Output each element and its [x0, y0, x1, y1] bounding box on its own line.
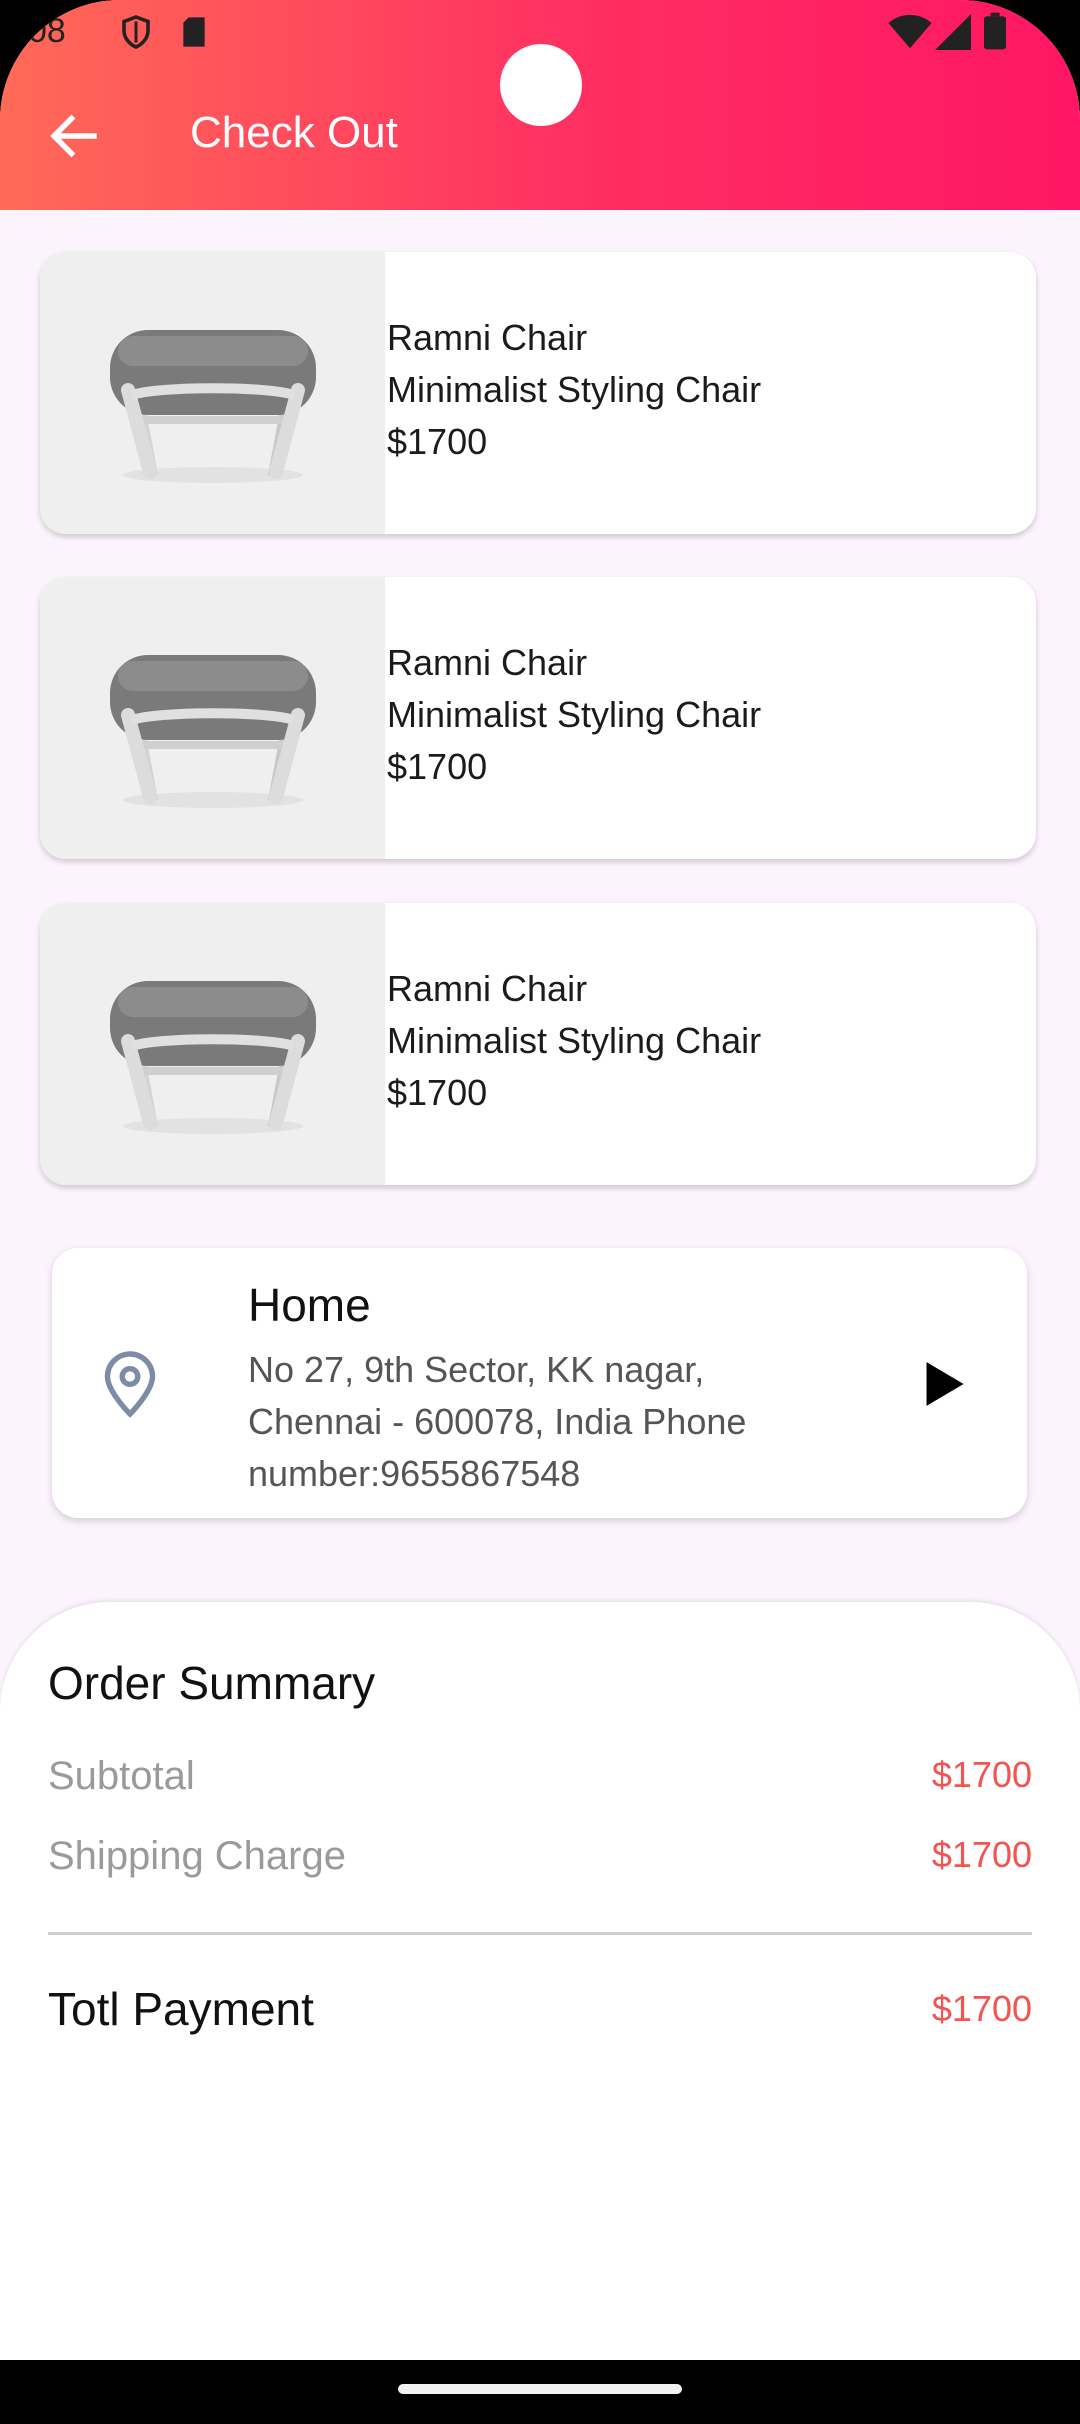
sd-card-icon [183, 17, 205, 47]
product-image [40, 903, 385, 1185]
product-name: Ramni Chair [387, 642, 588, 683]
product-card[interactable]: Ramni Chair Minimalist Styling Chair $17… [40, 252, 1036, 534]
home-gesture-handle[interactable] [398, 2384, 682, 2394]
product-image [40, 252, 385, 534]
signal-icon [935, 14, 971, 50]
camera-cutout [500, 44, 582, 126]
order-summary-panel: Order Summary Subtotal $1700 Shipping Ch… [0, 1602, 1080, 2424]
chair-image [110, 981, 316, 1134]
order-summary-title: Order Summary [48, 1657, 376, 1709]
shipping-address-card[interactable]: Home No 27, 9th Sector, KK nagar, Chenna… [52, 1248, 1027, 1518]
battery-icon [984, 12, 1006, 50]
product-name: Ramni Chair [387, 968, 588, 1009]
play-arrow-icon[interactable] [922, 1360, 966, 1408]
arrow-left-icon[interactable] [44, 106, 104, 166]
product-name: Ramni Chair [387, 317, 588, 358]
subtotal-value: $1700 [931, 1754, 1032, 1795]
total-payment-label: Totl Payment [48, 1983, 314, 2035]
total-payment-value: $1700 [931, 1988, 1032, 2029]
chair-image [110, 655, 316, 808]
product-description: Minimalist Styling Chair [387, 1020, 762, 1061]
product-info: Ramni Chair Minimalist Styling Chair $17… [387, 963, 761, 1119]
page-title: Check Out [190, 108, 398, 157]
location-pin-icon [104, 1351, 156, 1418]
subtotal-label: Subtotal [48, 1754, 195, 1798]
product-price: $1700 [387, 421, 488, 462]
product-card[interactable]: Ramni Chair Minimalist Styling Chair $17… [40, 577, 1036, 859]
divider [48, 1932, 1032, 1935]
product-price: $1700 [387, 1072, 488, 1113]
address-title: Home [248, 1279, 371, 1331]
screen: 08 Check Out Ramni Chair Minimalist Styl… [0, 0, 1080, 2424]
shipping-value: $1700 [931, 1834, 1032, 1875]
product-info: Ramni Chair Minimalist Styling Chair $17… [387, 312, 761, 468]
product-price: $1700 [387, 746, 488, 787]
shield-icon [122, 15, 150, 49]
status-time: 08 [28, 12, 66, 50]
product-card[interactable]: Ramni Chair Minimalist Styling Chair $17… [40, 903, 1036, 1185]
product-description: Minimalist Styling Chair [387, 694, 762, 735]
address-details: No 27, 9th Sector, KK nagar, Chennai - 6… [248, 1349, 747, 1494]
app-bar: 08 Check Out [0, 0, 1080, 210]
product-description: Minimalist Styling Chair [387, 369, 762, 410]
wifi-icon [888, 14, 932, 49]
chair-image [110, 330, 316, 483]
shipping-label: Shipping Charge [48, 1834, 346, 1878]
product-info: Ramni Chair Minimalist Styling Chair $17… [387, 637, 761, 793]
product-image [40, 577, 385, 859]
